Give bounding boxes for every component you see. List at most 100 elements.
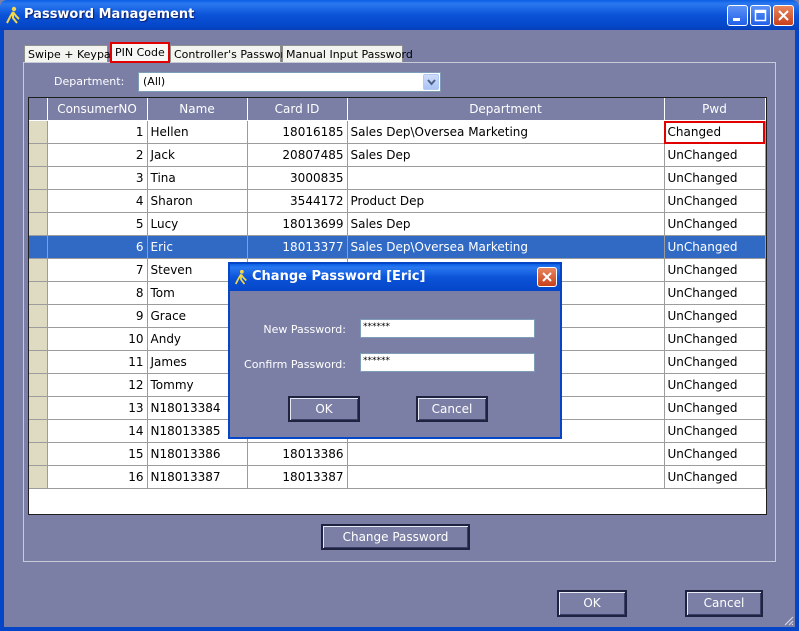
- cell-consumerno[interactable]: 15: [47, 442, 148, 466]
- cell-consumerno[interactable]: 4: [47, 189, 148, 213]
- cell-card-id[interactable]: 3544172: [247, 189, 348, 213]
- maximize-button[interactable]: [750, 5, 771, 26]
- cell-pwd[interactable]: UnChanged: [664, 396, 766, 420]
- department-dropdown-button[interactable]: [423, 74, 439, 90]
- cell-pwd[interactable]: UnChanged: [664, 166, 766, 190]
- table-row[interactable]: 4 Sharon 3544172 Product Dep UnChanged: [29, 189, 766, 213]
- change-password-button[interactable]: Change Password: [321, 524, 470, 550]
- cell-name[interactable]: N18013386: [147, 442, 248, 466]
- cell-pwd[interactable]: Changed: [664, 120, 766, 144]
- cell-consumerno[interactable]: 8: [47, 281, 148, 305]
- resize-grip-icon[interactable]: [782, 614, 794, 626]
- cell-consumerno[interactable]: 11: [47, 350, 148, 374]
- tab-swipe-keypad[interactable]: Swipe + Keypad: [24, 45, 118, 63]
- row-selector[interactable]: [29, 442, 48, 466]
- table-row[interactable]: 3 Tina 3000835 UnChanged: [29, 166, 766, 190]
- cell-consumerno[interactable]: 10: [47, 327, 148, 351]
- tab-manual-input-password[interactable]: Manual Input Password: [282, 45, 413, 63]
- row-selector[interactable]: [29, 465, 48, 489]
- cell-department[interactable]: Sales Dep: [347, 143, 665, 167]
- cell-pwd[interactable]: UnChanged: [664, 304, 766, 328]
- cell-consumerno[interactable]: 9: [47, 304, 148, 328]
- cell-name[interactable]: Jack: [147, 143, 248, 167]
- table-row[interactable]: 5 Lucy 18013699 Sales Dep UnChanged: [29, 212, 766, 236]
- row-selector[interactable]: [29, 166, 48, 190]
- department-select[interactable]: (All): [138, 72, 441, 92]
- cell-pwd[interactable]: UnChanged: [664, 465, 766, 489]
- row-selector[interactable]: [29, 373, 48, 397]
- cell-card-id[interactable]: 3000835: [247, 166, 348, 190]
- row-selector[interactable]: [29, 120, 48, 144]
- cell-consumerno[interactable]: 14: [47, 419, 148, 443]
- cell-consumerno[interactable]: 16: [47, 465, 148, 489]
- cell-pwd[interactable]: UnChanged: [664, 419, 766, 443]
- cell-card-id[interactable]: 18013386: [247, 442, 348, 466]
- cell-name[interactable]: Hellen: [147, 120, 248, 144]
- cell-pwd[interactable]: UnChanged: [664, 350, 766, 374]
- cell-department[interactable]: [347, 442, 665, 466]
- cell-department[interactable]: Sales Dep\Oversea Marketing: [347, 120, 665, 144]
- cell-consumerno[interactable]: 12: [47, 373, 148, 397]
- close-button[interactable]: [773, 5, 794, 26]
- column-header-department[interactable]: Department: [347, 98, 665, 121]
- row-selector[interactable]: [29, 350, 48, 374]
- row-selector[interactable]: [29, 189, 48, 213]
- column-header-consumerno[interactable]: ConsumerNO: [47, 98, 148, 121]
- row-selector[interactable]: [29, 304, 48, 328]
- column-header-name[interactable]: Name: [147, 98, 248, 121]
- row-selector[interactable]: [29, 235, 48, 259]
- cell-pwd[interactable]: UnChanged: [664, 235, 766, 259]
- cell-pwd[interactable]: UnChanged: [664, 373, 766, 397]
- dialog-ok-button[interactable]: OK: [288, 396, 360, 422]
- table-row[interactable]: 2 Jack 20807485 Sales Dep UnChanged: [29, 143, 766, 167]
- cell-consumerno[interactable]: 6: [47, 235, 148, 259]
- new-password-field[interactable]: ******: [360, 319, 535, 338]
- cell-consumerno[interactable]: 1: [47, 120, 148, 144]
- row-selector[interactable]: [29, 396, 48, 420]
- cell-pwd[interactable]: UnChanged: [664, 281, 766, 305]
- cell-department[interactable]: Sales Dep: [347, 212, 665, 236]
- row-selector[interactable]: [29, 212, 48, 236]
- tab-controllers-password[interactable]: Controller's Password: [170, 45, 292, 63]
- cell-department[interactable]: [347, 465, 665, 489]
- cell-pwd[interactable]: UnChanged: [664, 327, 766, 351]
- row-selector[interactable]: [29, 143, 48, 167]
- table-row[interactable]: 1 Hellen 18016185 Sales Dep\Oversea Marketi…: [29, 120, 766, 144]
- cell-pwd[interactable]: UnChanged: [664, 442, 766, 466]
- tab-pin-code[interactable]: PIN Code: [110, 42, 170, 63]
- cell-pwd[interactable]: UnChanged: [664, 189, 766, 213]
- cell-card-id[interactable]: 20807485: [247, 143, 348, 167]
- row-selector[interactable]: [29, 258, 48, 282]
- confirm-password-field[interactable]: ******: [360, 353, 535, 372]
- cell-department[interactable]: Product Dep: [347, 189, 665, 213]
- cell-card-id[interactable]: 18016185: [247, 120, 348, 144]
- cell-card-id[interactable]: 18013699: [247, 212, 348, 236]
- table-row[interactable]: 16 N18013387 18013387 UnChanged: [29, 465, 766, 489]
- cell-consumerno[interactable]: 3: [47, 166, 148, 190]
- cell-consumerno[interactable]: 13: [47, 396, 148, 420]
- cell-name[interactable]: Eric: [147, 235, 248, 259]
- cell-name[interactable]: Sharon: [147, 189, 248, 213]
- column-header-pwd[interactable]: Pwd: [664, 98, 766, 121]
- cell-department[interactable]: Sales Dep\Oversea Marketing: [347, 235, 665, 259]
- cell-consumerno[interactable]: 5: [47, 212, 148, 236]
- table-row[interactable]: 15 N18013386 18013386 UnChanged: [29, 442, 766, 466]
- row-selector[interactable]: [29, 419, 48, 443]
- cell-department[interactable]: [347, 166, 665, 190]
- cell-name[interactable]: Lucy: [147, 212, 248, 236]
- cell-consumerno[interactable]: 7: [47, 258, 148, 282]
- cancel-button[interactable]: Cancel: [685, 590, 763, 617]
- dialog-cancel-button[interactable]: Cancel: [416, 396, 488, 422]
- cell-consumerno[interactable]: 2: [47, 143, 148, 167]
- cell-pwd[interactable]: UnChanged: [664, 258, 766, 282]
- row-selector[interactable]: [29, 281, 48, 305]
- dialog-close-button[interactable]: [537, 267, 557, 287]
- table-row[interactable]: 6 Eric 18013377 Sales Dep\Oversea Marketing…: [29, 235, 766, 259]
- row-selector[interactable]: [29, 327, 48, 351]
- cell-card-id[interactable]: 18013387: [247, 465, 348, 489]
- cell-name[interactable]: N18013387: [147, 465, 248, 489]
- cell-name[interactable]: Tina: [147, 166, 248, 190]
- ok-button[interactable]: OK: [557, 590, 627, 617]
- cell-pwd[interactable]: UnChanged: [664, 143, 766, 167]
- cell-pwd[interactable]: UnChanged: [664, 212, 766, 236]
